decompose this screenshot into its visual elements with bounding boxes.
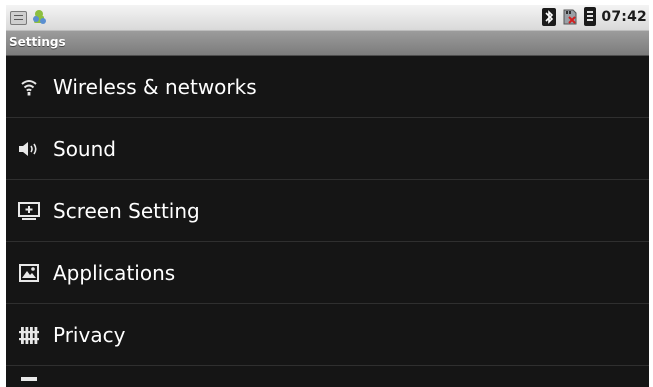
android-icon xyxy=(30,8,48,26)
settings-item-next[interactable] xyxy=(6,366,649,386)
settings-list: Wireless & networks Sound Screen Setting xyxy=(6,56,649,387)
settings-item-screen[interactable]: Screen Setting xyxy=(6,180,649,242)
speaker-icon xyxy=(18,138,40,160)
settings-item-label: Wireless & networks xyxy=(53,74,257,99)
status-clock: 07:42 xyxy=(601,8,647,25)
status-bar-right: 07:42 xyxy=(542,7,649,26)
settings-item-label: Applications xyxy=(53,260,176,285)
settings-item-wireless[interactable]: Wireless & networks xyxy=(6,56,649,118)
settings-item-label: Screen Setting xyxy=(53,198,200,223)
wifi-icon xyxy=(18,76,40,98)
settings-item-label: Sound xyxy=(53,136,116,161)
settings-item-applications[interactable]: Applications xyxy=(6,242,649,304)
settings-item-label: Privacy xyxy=(53,322,126,347)
title-bar: Settings xyxy=(6,31,649,56)
settings-item-sound[interactable]: Sound xyxy=(6,118,649,180)
page-title: Settings xyxy=(9,35,66,49)
bluetooth-icon xyxy=(542,7,557,26)
screen-frame-right xyxy=(649,0,653,387)
status-bar[interactable]: 07:42 xyxy=(6,5,649,31)
applications-icon xyxy=(18,262,40,284)
privacy-icon xyxy=(18,324,40,346)
battery-icon xyxy=(584,7,597,26)
notification-icon xyxy=(10,11,27,25)
status-bar-left xyxy=(10,8,48,26)
screen-icon xyxy=(18,200,40,222)
partial-icon xyxy=(18,365,40,387)
sd-card-icon xyxy=(561,8,579,26)
settings-item-privacy[interactable]: Privacy xyxy=(6,304,649,366)
